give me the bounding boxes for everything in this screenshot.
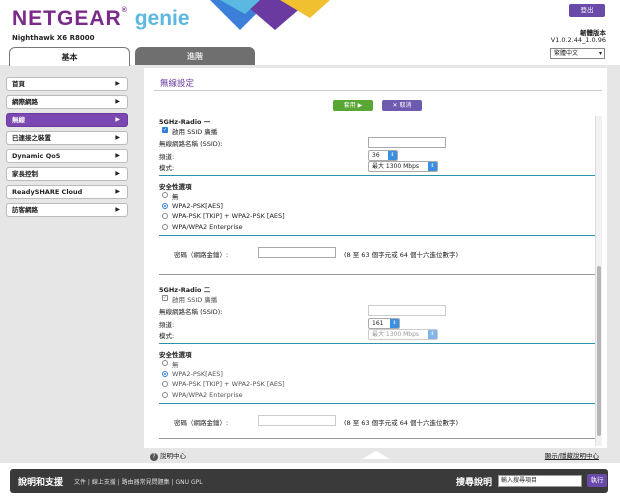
language-select[interactable]: 繁體中文 ▾ [550, 48, 605, 59]
divider [159, 274, 597, 275]
radio1-security-enterprise-radio[interactable] [162, 224, 168, 230]
radio2-channel-select[interactable]: 161 ⇕ [368, 318, 400, 329]
radio2-channel-label: 頻道: [159, 321, 175, 329]
radio1-password-hint: (8 至 63 個字元或 64 個十六進位數字) [344, 251, 459, 259]
help-toggle-link[interactable]: 顯示/隱藏說明中心 [545, 450, 599, 460]
footer: 說明和支援 文件 | 線上支援 | 路由器常見問題集 | GNU GPL 搜尋說… [10, 469, 608, 493]
radio1-password-input[interactable] [258, 247, 336, 258]
help-center-link[interactable]: ? 說明中心 [150, 450, 186, 461]
radio1-mode-label: 模式: [159, 164, 175, 172]
sidebar-item-dynamic-qos[interactable]: Dynamic QoS ▶ [6, 149, 128, 163]
sidebar-item-wireless[interactable]: 無線 ▶ [6, 113, 128, 127]
apply-button[interactable]: 套用 ▶ [333, 100, 373, 111]
chevron-right-icon: ▶ [115, 170, 120, 177]
radio1-security-heading: 安全性選項 [159, 183, 192, 191]
sidebar-item-parental-controls[interactable]: 家長控制 ▶ [6, 167, 128, 181]
radio1-security-none-label: 無 [172, 193, 179, 201]
sidebar-item-internet[interactable]: 網際網路 ▶ [6, 95, 128, 109]
divider [159, 403, 597, 404]
scrollbar[interactable] [595, 116, 602, 446]
scrollbar-thumb[interactable] [597, 266, 601, 436]
divider [154, 90, 602, 91]
radio1-password-label: 密碼（網路金鑰）: [174, 251, 229, 259]
radio2-security-heading: 安全性選項 [159, 351, 192, 359]
radio2-ssid-input[interactable] [368, 305, 446, 316]
settings-scroll-area[interactable]: 5GHz-Radio 一 啟用 SSID 廣播 無線網路名稱 (SSID): 頻… [154, 116, 602, 446]
radio2-password-hint: (8 至 63 個字元或 64 個十六進位數字) [344, 419, 459, 427]
radio2-password-input[interactable] [258, 415, 336, 426]
divider [159, 343, 597, 344]
radio2-security-wpa2-label: WPA2-PSK[AES] [172, 370, 223, 378]
radio2-security-none-radio[interactable] [162, 360, 168, 366]
radio1-ssid-input[interactable] [368, 137, 446, 148]
firmware-version: V1.0.2.44_1.0.96 [550, 36, 606, 44]
radio2-security-enterprise-radio[interactable] [162, 392, 168, 398]
chevron-right-icon: ▶ [115, 152, 120, 159]
chevron-right-icon: ▶ [115, 188, 120, 195]
chevron-right-icon: ▶ [115, 206, 120, 213]
chevron-updown-icon: ⇕ [428, 330, 437, 339]
sidebar-item-guest-network[interactable]: 訪客網路 ▶ [6, 203, 128, 217]
cancel-button[interactable]: ✕ 取消 [382, 100, 422, 111]
tab-basic[interactable]: 基本 [9, 47, 130, 66]
chevron-right-icon: ▶ [115, 80, 120, 87]
sidebar-item-readyshare-cloud[interactable]: ReadySHARE Cloud ▶ [6, 185, 128, 199]
radio1-security-none-radio[interactable] [162, 192, 168, 198]
radio1-ssid-broadcast-checkbox[interactable] [162, 127, 168, 133]
divider [159, 175, 597, 176]
sidebar-item-home[interactable]: 首頁 ▶ [6, 77, 128, 91]
chevron-updown-icon: ⇕ [388, 151, 397, 160]
chevron-updown-icon: ⇕ [428, 162, 437, 171]
radio1-heading: 5GHz-Radio 一 [159, 118, 211, 126]
page-title: 無線設定 [160, 79, 195, 89]
help-icon: ? [150, 453, 158, 461]
radio1-security-mixed-radio[interactable] [162, 213, 168, 219]
footer-links[interactable]: 文件 | 線上支援 | 路由器常見問題集 | GNU GPL [74, 477, 203, 486]
chevron-right-icon: ▶ [115, 98, 120, 105]
radio1-security-mixed-label: WPA-PSK [TKIP] + WPA2-PSK [AES] [172, 212, 285, 220]
radio2-security-wpa2-radio[interactable] [162, 371, 168, 377]
radio1-security-wpa2-label: WPA2-PSK[AES] [172, 202, 223, 210]
help-search-input[interactable]: 輸入搜尋項目 [498, 475, 582, 487]
radio2-password-label: 密碼（網路金鑰）: [174, 419, 229, 427]
radio2-ssid-broadcast-checkbox[interactable] [162, 295, 168, 301]
tab-advanced[interactable]: 進階 [135, 47, 255, 66]
chevron-updown-icon: ⇕ [390, 319, 399, 328]
footer-title: 說明和支援 [18, 478, 64, 488]
netgear-logo: NETGEAR® genie [12, 7, 190, 30]
sidebar: 首頁 ▶ 網際網路 ▶ 無線 ▶ 已連接之裝置 ▶ Dynamic QoS ▶ 家長控制 ▶… [6, 77, 128, 221]
logout-button[interactable]: 登出 [569, 4, 605, 17]
radio2-security-mixed-radio[interactable] [162, 381, 168, 387]
router-model: Nighthawk X6 R8000 [12, 34, 95, 42]
header-decoration [210, 0, 330, 30]
radio1-security-wpa2-radio[interactable] [162, 203, 168, 209]
sidebar-item-attached-devices[interactable]: 已連接之裝置 ▶ [6, 131, 128, 145]
radio2-security-none-label: 無 [172, 361, 179, 369]
help-search-button[interactable]: 執行 [587, 474, 607, 487]
radio2-security-mixed-label: WPA-PSK [TKIP] + WPA2-PSK [AES] [172, 380, 285, 388]
chevron-down-icon: ▾ [598, 50, 602, 57]
help-bar: ? 說明中心 顯示/隱藏說明中心 [144, 448, 607, 462]
chevron-right-icon: ▶ [115, 134, 120, 141]
radio1-ssid-label: 無線網路名稱 (SSID): [159, 140, 223, 148]
radio1-channel-select[interactable]: 36 ⇕ [368, 150, 398, 161]
chevron-right-icon: ▶ [115, 116, 120, 123]
radio2-heading: 5GHz-Radio 二 [159, 286, 211, 294]
content-panel: 無線設定 套用 ▶ ✕ 取消 5GHz-Radio 一 啟用 SSID 廣播 無… [144, 68, 607, 448]
radio1-ssid-broadcast-label: 啟用 SSID 廣播 [172, 128, 218, 136]
header: NETGEAR® genie Nighthawk X6 R8000 登出 韌體版… [0, 0, 620, 66]
divider [159, 438, 597, 439]
radio1-channel-label: 頻道: [159, 153, 175, 161]
radio2-security-enterprise-label: WPA/WPA2 Enterprise [172, 391, 243, 399]
radio2-mode-label: 模式: [159, 332, 175, 340]
radio2-ssid-label: 無線網路名稱 (SSID): [159, 308, 223, 316]
footer-search-label: 搜尋說明 [456, 478, 493, 488]
radio1-mode-select[interactable]: 最大 1300 Mbps ⇕ [368, 161, 438, 172]
divider [159, 235, 597, 236]
radio1-security-enterprise-label: WPA/WPA2 Enterprise [172, 223, 243, 231]
help-toggle-arrow[interactable] [362, 451, 390, 459]
radio2-ssid-broadcast-label: 啟用 SSID 廣播 [172, 296, 218, 304]
radio2-mode-select[interactable]: 最大 1300 Mbps ⇕ [368, 329, 438, 340]
